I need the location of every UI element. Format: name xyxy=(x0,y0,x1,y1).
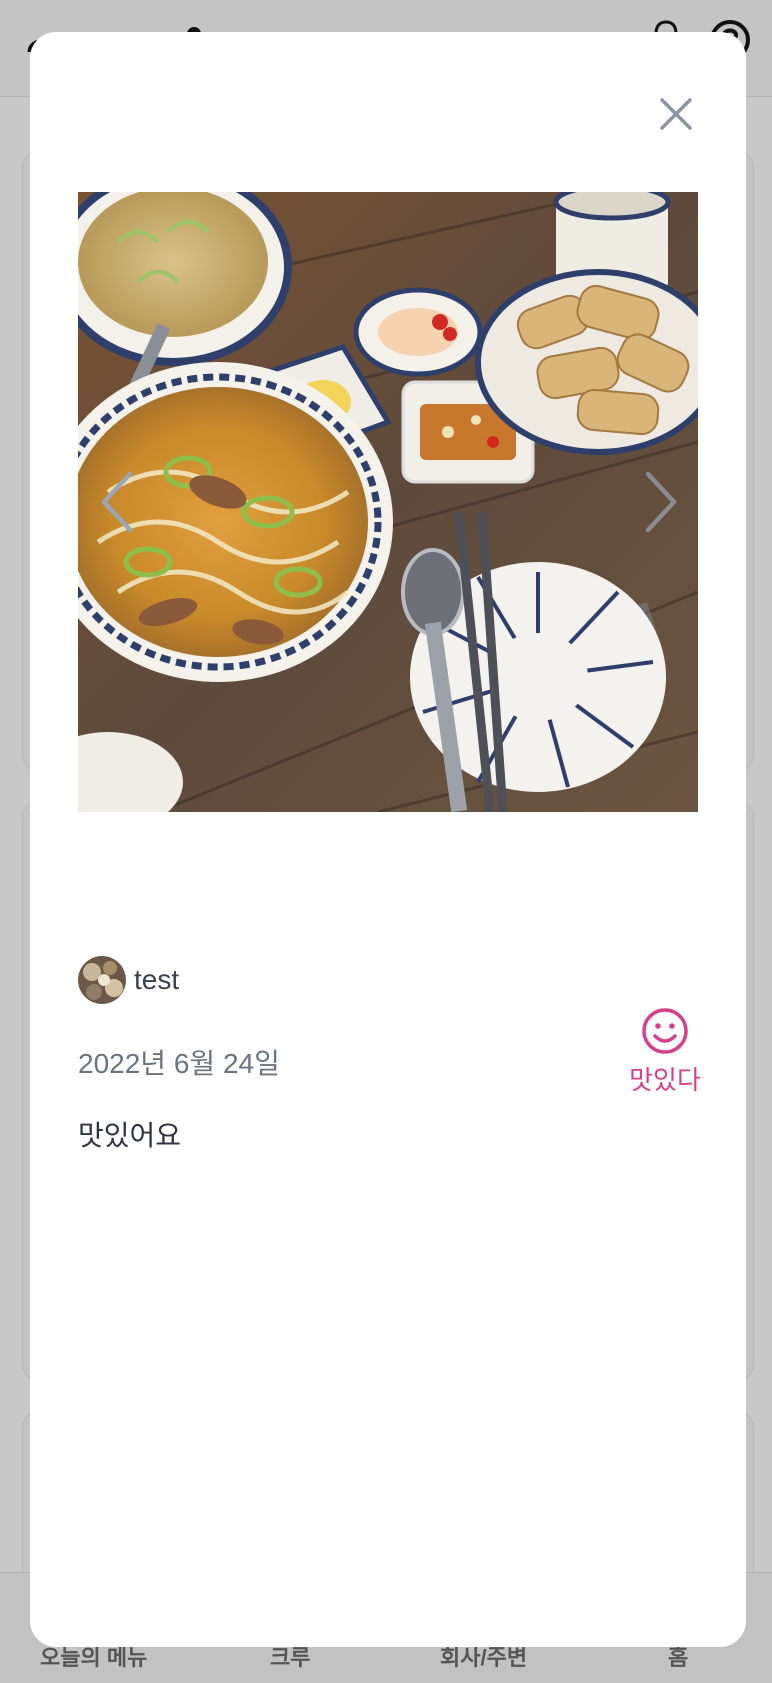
avatar[interactable] xyxy=(78,956,126,1004)
smile-icon xyxy=(642,1008,688,1054)
food-photo xyxy=(78,192,698,812)
photo-carousel[interactable] xyxy=(78,192,698,812)
chevron-right-icon[interactable] xyxy=(638,468,682,536)
post-date: 2022년 6월 24일 xyxy=(78,1048,280,1079)
post-content: 맛있어요 xyxy=(78,1120,182,1151)
author-name: test xyxy=(134,964,180,995)
post-detail-modal: test 2022년 6월 24일 맛있어요 맛있다 xyxy=(30,32,746,1647)
reaction-tasty-button[interactable]: 맛있다 xyxy=(590,1006,740,1126)
close-icon[interactable] xyxy=(652,90,700,138)
post-author: test xyxy=(78,956,179,1004)
reaction-label: 맛있다 xyxy=(629,1065,701,1095)
chevron-left-icon[interactable] xyxy=(96,468,140,536)
